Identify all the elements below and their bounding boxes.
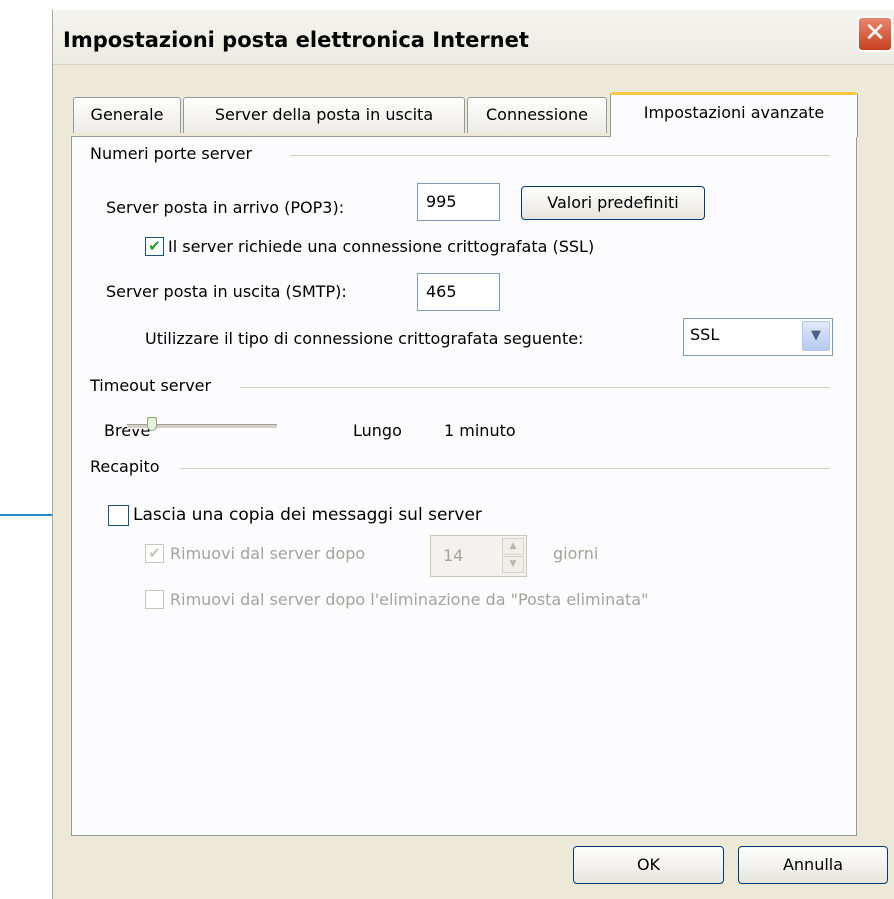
checkmark-icon: ✔ xyxy=(148,237,161,255)
spin-down-icon[interactable]: ▼ xyxy=(502,556,524,573)
ssl-required-checkbox[interactable]: ✔ xyxy=(145,237,164,256)
ssl-required-label: Il server richiede una connessione critt… xyxy=(168,237,595,256)
cancel-button[interactable]: Annulla xyxy=(738,846,888,884)
group-divider xyxy=(290,155,830,156)
ok-button[interactable]: OK xyxy=(573,846,724,884)
encryption-type-select[interactable]: SSL ▼ xyxy=(683,318,833,356)
group-divider xyxy=(180,468,830,469)
incoming-port-field[interactable]: 995 xyxy=(417,183,500,221)
group-label-timeout: Timeout server xyxy=(90,376,218,395)
remove-on-delete-checkbox[interactable] xyxy=(145,590,164,609)
chevron-down-icon[interactable]: ▼ xyxy=(802,321,830,351)
leave-copy-checkbox[interactable] xyxy=(108,505,129,526)
remove-after-days-value: 14 xyxy=(443,546,464,565)
remove-on-delete-label: Rimuovi dal server dopo l'eliminazione d… xyxy=(170,590,649,609)
checkmark-icon: ✔ xyxy=(148,544,161,562)
spin-up-icon[interactable]: ▲ xyxy=(502,538,524,555)
outgoing-port-field[interactable]: 465 xyxy=(417,273,500,311)
group-label-ports: Numeri porte server xyxy=(90,144,259,163)
default-values-button[interactable]: Valori predefiniti xyxy=(521,186,705,220)
timeout-slider-thumb[interactable] xyxy=(146,417,157,431)
timeout-long-label: Lungo xyxy=(353,421,402,440)
remove-after-days-stepper[interactable]: 14 ▲ ▼ xyxy=(430,535,527,577)
timeout-value: 1 minuto xyxy=(444,421,516,440)
leave-copy-label: Lascia una copia dei messaggi sul server xyxy=(133,505,482,525)
remove-after-checkbox[interactable]: ✔ xyxy=(145,544,164,563)
group-label-delivery: Recapito xyxy=(90,457,166,476)
days-unit-label: giorni xyxy=(553,544,599,563)
remove-after-label: Rimuovi dal server dopo xyxy=(170,544,366,563)
outgoing-server-label: Server posta in uscita (SMTP): xyxy=(106,282,347,301)
encryption-type-value: SSL xyxy=(690,325,720,344)
group-divider xyxy=(240,387,830,388)
encryption-type-label: Utilizzare il tipo di connessione critto… xyxy=(145,329,584,348)
incoming-server-label: Server posta in arrivo (POP3): xyxy=(106,198,345,217)
